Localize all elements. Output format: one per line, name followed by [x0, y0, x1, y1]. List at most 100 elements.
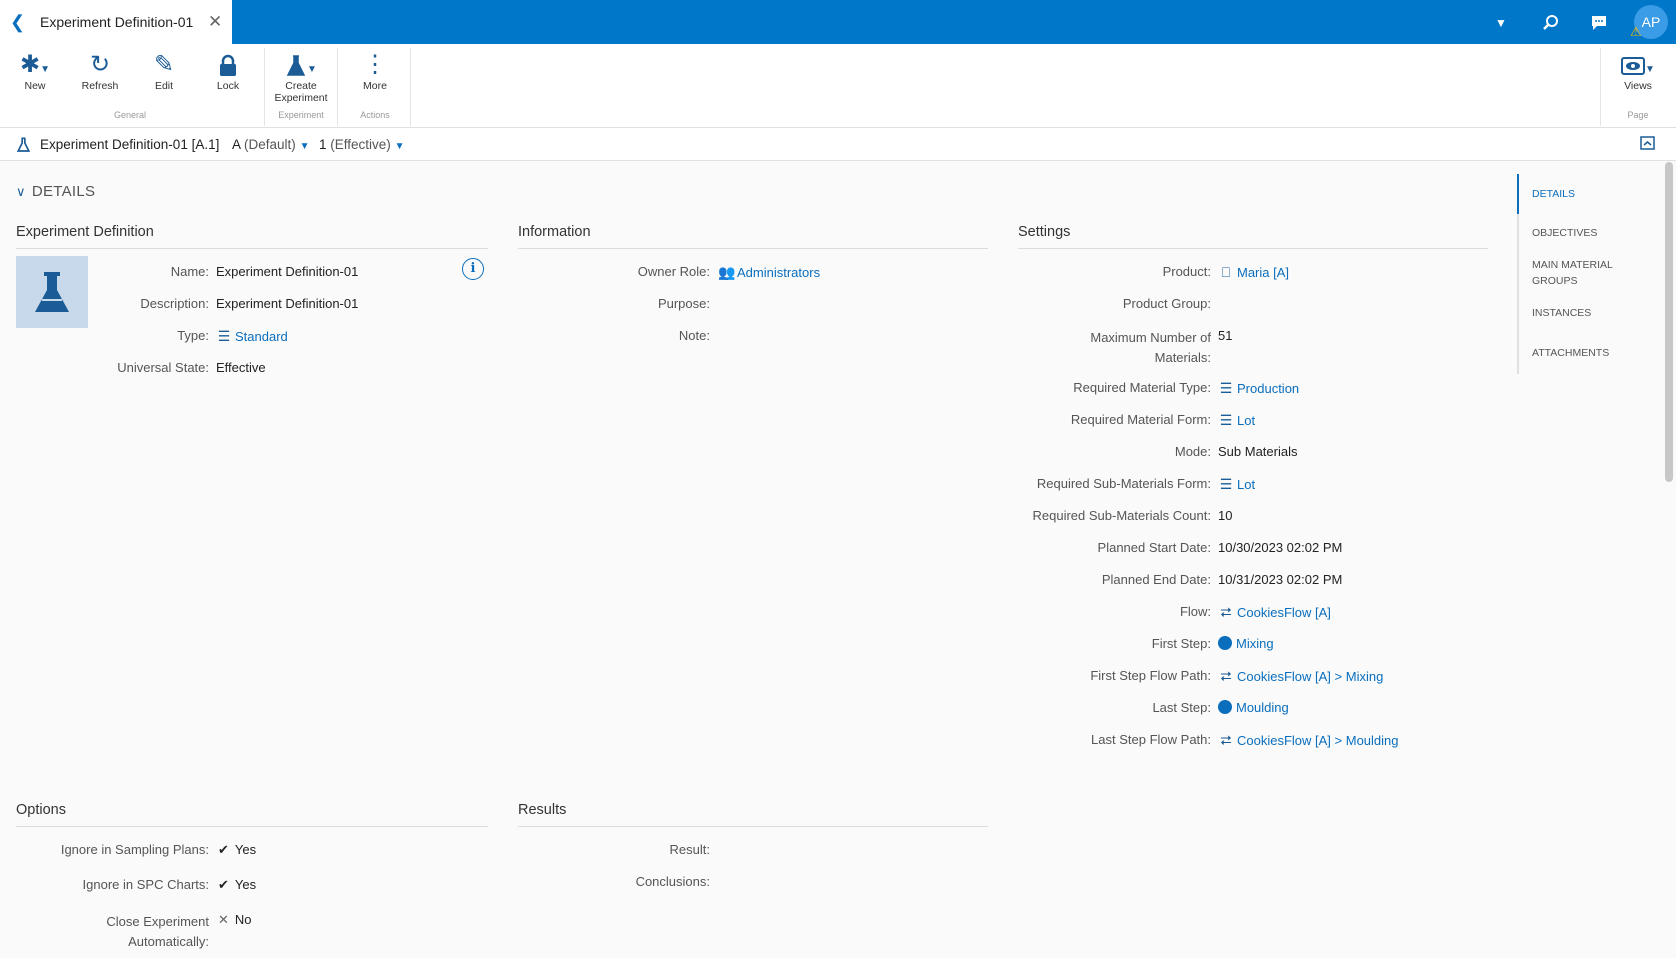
type-link[interactable]: ☰ Standard [216, 328, 288, 345]
asterisk-icon: ✱▼ [19, 51, 50, 78]
close-experiment-value: ✕ No [218, 912, 252, 927]
field-label: Planned Start Date: [1097, 540, 1211, 555]
lock-icon [208, 50, 248, 80]
document-tab[interactable]: ❮ Experiment Definition-01 ✕ [0, 0, 232, 44]
nav-item-details[interactable]: DETAILS [1532, 186, 1575, 202]
x-icon: ✕ [218, 912, 229, 927]
list-icon: ☰ [217, 328, 231, 344]
field-label: Last Step: [1152, 700, 1211, 715]
experiment-definition-heading: Experiment Definition [16, 224, 154, 240]
scrollbar[interactable] [1665, 162, 1673, 482]
divider [1018, 248, 1488, 249]
field-label: Maximum Number of Materials: [1090, 330, 1211, 365]
views-button[interactable]: ▼ Views [1614, 50, 1662, 92]
field-label: Flow: [1179, 604, 1211, 619]
ribbon-divider [1600, 48, 1601, 126]
last-step-link[interactable]: Moulding [1218, 700, 1289, 715]
ribbon-toolbar: ✱▼ New ↻ Refresh ✎ Edit Lock ▼ Create Ex… [0, 44, 1676, 128]
group-label: Actions [360, 110, 390, 120]
nav-item-objectives[interactable]: OBJECTIVES [1532, 225, 1597, 241]
planned-start-value: 10/30/2023 02:02 PM [1218, 540, 1343, 555]
field-label: Name: [170, 264, 209, 279]
flow-icon: ⮂ [1220, 604, 1232, 620]
refresh-button[interactable]: ↻ Refresh [76, 50, 124, 92]
field-label: Result: [669, 842, 710, 857]
owner-role-link[interactable]: 👥 Administrators [718, 264, 820, 281]
right-nav-active-indicator [1517, 174, 1519, 214]
pencil-icon: ✎ [153, 51, 175, 78]
field-label: Conclusions: [635, 874, 710, 889]
group-label: Page [1627, 110, 1649, 120]
step-icon [1218, 636, 1232, 650]
field-label: Product: [1162, 264, 1211, 279]
divider [16, 248, 488, 249]
chevron-down-icon: ∨ [16, 184, 26, 199]
material-form-link[interactable]: ☰ Lot [1218, 412, 1255, 429]
revision-selector[interactable]: A (Default) ▼ [232, 137, 309, 152]
name-value: Experiment Definition-01 [216, 264, 359, 279]
close-icon[interactable]: ✕ [208, 12, 222, 32]
lock-button[interactable]: Lock [208, 50, 248, 92]
tab-title: Experiment Definition-01 [40, 14, 194, 30]
flow-link[interactable]: ⮂ CookiesFlow [A] [1218, 604, 1331, 621]
field-label: Ignore in SPC Charts: [82, 877, 209, 892]
product-icon: ⎕ [1221, 264, 1231, 280]
group-label: General [113, 110, 147, 120]
users-icon: 👥 [718, 264, 736, 280]
material-type-link[interactable]: ☰ Production [1218, 380, 1299, 397]
step-icon [1218, 700, 1232, 714]
field-label: Required Sub-Materials Count: [1032, 508, 1211, 523]
section-details-toggle[interactable]: ∨ DETAILS [16, 183, 95, 200]
ribbon-divider [410, 48, 411, 126]
info-icon[interactable]: i [462, 258, 484, 280]
version-selector[interactable]: 1 (Effective) ▼ [319, 137, 404, 152]
back-icon[interactable]: ❮ [10, 12, 25, 33]
top-bar [0, 0, 1676, 44]
flask-icon: ▼ [268, 50, 334, 80]
last-step-flow-path-link[interactable]: ⮂ CookiesFlow [A] > Moulding [1218, 732, 1398, 749]
ignore-sampling-value: ✔ Yes [218, 842, 257, 857]
collapse-header-icon[interactable] [1640, 136, 1655, 153]
nav-item-attachments[interactable]: ATTACHMENTS [1532, 345, 1609, 361]
flask-icon [16, 137, 31, 156]
field-label: First Step: [1151, 636, 1211, 651]
field-label: Purpose: [657, 296, 710, 311]
max-materials-value: 51 [1218, 328, 1233, 343]
divider [518, 826, 988, 827]
list-icon: ☰ [1219, 476, 1233, 492]
universal-state-value: Effective [216, 360, 266, 375]
refresh-icon: ↻ [89, 51, 111, 78]
nav-item-main-material-groups[interactable]: MAIN MATERIAL GROUPS [1532, 257, 1613, 289]
search-icon[interactable] [1538, 10, 1564, 36]
edit-button[interactable]: ✎ Edit [144, 50, 184, 92]
entity-title: Experiment Definition-01 [A.1] [40, 137, 220, 152]
settings-heading: Settings [1018, 224, 1071, 240]
first-step-link[interactable]: Mixing [1218, 636, 1274, 651]
new-button[interactable]: ✱▼ New [12, 50, 58, 92]
create-experiment-button[interactable]: ▼ Create Experiment [268, 50, 334, 104]
options-heading: Options [16, 802, 66, 818]
eye-icon: ▼ [1614, 50, 1662, 80]
planned-end-value: 10/31/2023 02:02 PM [1218, 572, 1343, 587]
ribbon-divider [337, 48, 338, 126]
check-icon: ✔ [218, 842, 229, 857]
field-label: Required Material Form: [1070, 412, 1211, 427]
chat-icon[interactable] [1586, 10, 1612, 36]
first-step-flow-path-link[interactable]: ⮂ CookiesFlow [A] > Mixing [1218, 668, 1383, 685]
nav-item-instances[interactable]: INSTANCES [1532, 305, 1591, 321]
chevron-down-icon[interactable]: ▼ [1488, 10, 1514, 36]
results-heading: Results [518, 802, 567, 818]
field-label: Description: [140, 296, 209, 311]
description-value: Experiment Definition-01 [216, 296, 359, 311]
product-link[interactable]: ⎕ Maria [A] [1218, 264, 1289, 281]
ignore-spc-value: ✔ Yes [218, 877, 257, 892]
field-label: Product Group: [1122, 296, 1211, 311]
more-button[interactable]: ⋮ More [355, 50, 395, 92]
field-label: Mode: [1174, 444, 1211, 459]
ribbon-divider [264, 48, 265, 126]
check-icon: ✔ [218, 877, 229, 892]
chevron-down-icon: ▼ [299, 141, 310, 152]
warning-icon: ⚠ [1630, 24, 1642, 39]
sub-materials-form-link[interactable]: ☰ Lot [1218, 476, 1255, 493]
field-label: Planned End Date: [1101, 572, 1211, 587]
